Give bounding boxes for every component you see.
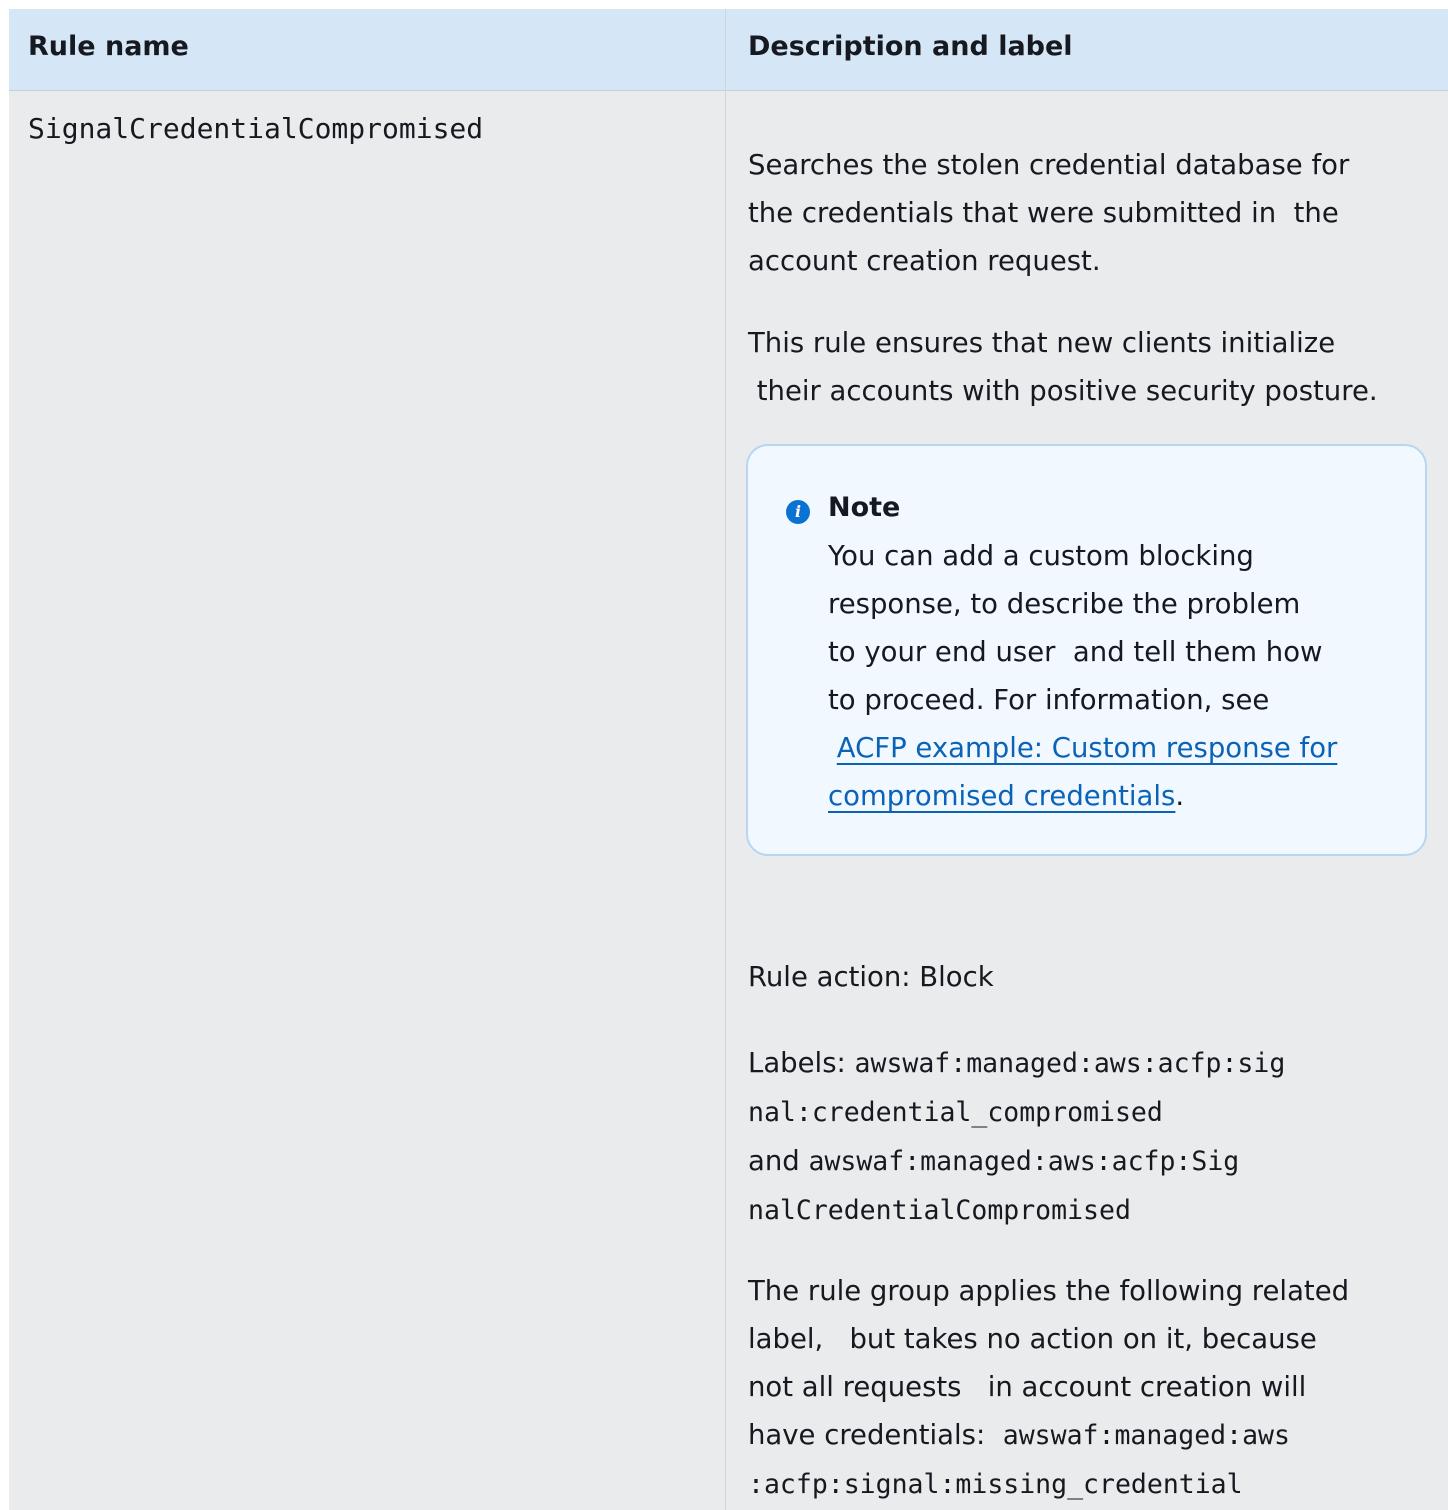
rule-name-cell: SignalCredentialCompromised bbox=[28, 112, 484, 145]
text-line: not all requests in account creation wil… bbox=[748, 1371, 1307, 1403]
note-body: You can add a custom blocking response, … bbox=[828, 532, 1337, 820]
label-code: nalCredentialCompromised bbox=[748, 1195, 1131, 1226]
link-line: compromised credentials. bbox=[828, 772, 1337, 820]
labels-conjunction: and bbox=[748, 1145, 809, 1177]
text-line: This rule ensures that new clients initi… bbox=[748, 327, 1336, 359]
text-line: :acfp:signal:missing_credential bbox=[748, 1460, 1430, 1509]
text-line: nal:credential_compromised bbox=[748, 1088, 1430, 1137]
text-line: label, but takes no action on it, becaus… bbox=[748, 1323, 1317, 1355]
note-callout: i Note You can add a custom blocking res… bbox=[746, 444, 1427, 856]
rules-table: Rule name Description and label SignalCr… bbox=[9, 9, 1448, 1510]
text-line: nalCredentialCompromised bbox=[748, 1186, 1430, 1235]
description-paragraph-2: This rule ensures that new clients initi… bbox=[748, 319, 1430, 415]
text-line: Labels: awswaf:managed:aws:acfp:sig bbox=[748, 1039, 1430, 1088]
related-label-paragraph: The rule group applies the following rel… bbox=[748, 1267, 1430, 1509]
label-code: awswaf:managed:aws:acfp:sig bbox=[854, 1048, 1286, 1079]
text-line: the credentials that were submitted in t… bbox=[748, 197, 1339, 229]
table-header: Rule name Description and label bbox=[9, 9, 1448, 91]
label-code: :acfp:signal:missing_credential bbox=[748, 1469, 1243, 1500]
column-divider bbox=[725, 9, 726, 1510]
note-title: Note bbox=[828, 492, 901, 523]
text-line: Searches the stolen credential database … bbox=[748, 149, 1350, 181]
link-line: ACFP example: Custom response for bbox=[828, 724, 1338, 772]
text-line: account creation request. bbox=[748, 245, 1101, 277]
text-line: their accounts with positive security po… bbox=[748, 375, 1378, 407]
text-line: response, to describe the problem bbox=[828, 588, 1301, 620]
labels-paragraph: Labels: awswaf:managed:aws:acfp:sig nal:… bbox=[748, 1039, 1430, 1235]
text-line: The rule group applies the following rel… bbox=[748, 1275, 1350, 1307]
link-trailing-period: . bbox=[1175, 780, 1185, 812]
description-paragraph-1: Searches the stolen credential database … bbox=[748, 141, 1430, 285]
acfp-example-link-continued[interactable]: compromised credentials bbox=[828, 780, 1175, 812]
label-code: awswaf:managed:aws:acfp:Sig bbox=[808, 1146, 1240, 1177]
text-line: to your end user and tell them how bbox=[828, 636, 1323, 668]
label-code: awswaf:managed:aws bbox=[1002, 1420, 1290, 1451]
label-code: nal:credential_compromised bbox=[748, 1097, 1163, 1128]
labels-prefix: Labels: bbox=[748, 1047, 855, 1079]
info-icon: i bbox=[786, 500, 810, 524]
related-text: have credentials: bbox=[748, 1419, 1003, 1451]
header-rule-name: Rule name bbox=[28, 31, 189, 62]
header-description: Description and label bbox=[748, 31, 1073, 62]
rule-action: Rule action: Block bbox=[748, 961, 994, 993]
text-line: and awswaf:managed:aws:acfp:Sig bbox=[748, 1137, 1430, 1186]
text-line: to proceed. For information, see bbox=[828, 684, 1270, 716]
text-line: have credentials: awswaf:managed:aws bbox=[748, 1411, 1430, 1460]
text-line: You can add a custom blocking bbox=[828, 540, 1254, 572]
acfp-example-link[interactable]: ACFP example: Custom response for bbox=[837, 732, 1338, 764]
